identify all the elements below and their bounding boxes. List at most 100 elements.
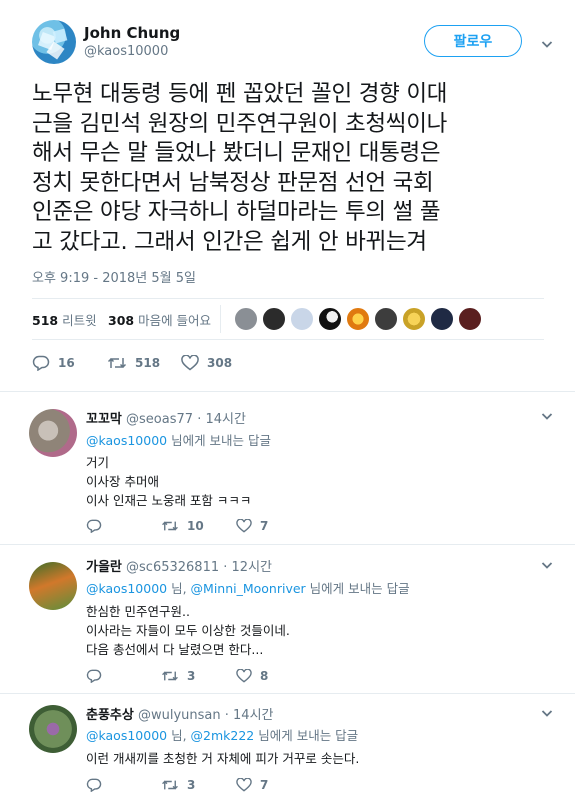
retweets-count: 518 (32, 313, 59, 328)
reply-author-name[interactable]: 춘풍추상 (86, 708, 134, 723)
reply-time[interactable]: · 14시간 (225, 708, 274, 723)
reply-icon (86, 519, 102, 533)
like-count: 7 (260, 519, 269, 533)
reply-avatar[interactable] (29, 409, 77, 457)
reply-action[interactable] (86, 778, 102, 792)
heart-icon (236, 669, 252, 683)
likes-count: 308 (108, 313, 135, 328)
reply-text-line: 이런 개새끼를 초청한 거 자체에 피가 거꾸로 솟는다. (86, 751, 360, 766)
liker-avatar[interactable] (234, 307, 258, 331)
reply-author-handle[interactable]: @seoas77 (126, 412, 193, 427)
retweets-stat[interactable]: 518 리트윗 (32, 310, 97, 329)
like-count: 8 (260, 669, 269, 683)
retweet-count: 10 (187, 519, 204, 533)
reply-action[interactable] (86, 519, 102, 533)
mention-link[interactable]: @kaos10000 (86, 433, 167, 448)
chevron-down-icon[interactable] (541, 38, 553, 50)
tweet-text-line: 정치 못한다면서 남북정상 판문점 선언 국회 (32, 169, 434, 196)
likes-stat[interactable]: 308 마음에 들어요 (108, 310, 211, 329)
liker-avatar[interactable] (262, 307, 286, 331)
main-tweet: John Chung @kaos10000 팔로우 노무현 대동령 등에 펜 꼽… (0, 0, 575, 392)
reply-text-line: 이사장 추머애 (86, 474, 159, 489)
author-handle[interactable]: @kaos10000 (84, 44, 168, 59)
tweet-text-line: 고 갔다고. 그래서 인간은 쉽게 안 바뀌는겨 (32, 228, 427, 255)
reply-tweet[interactable]: 꼬꼬막 @seoas77 · 14시간 @kaos10000 님에게 보내는 답… (0, 393, 575, 545)
reply-text-line: 한심한 민주연구원.. (86, 604, 190, 619)
replying-to: @kaos10000 님에게 보내는 답글 (86, 430, 271, 449)
mention-link[interactable]: @Minni_Moonriver (191, 581, 306, 596)
reply-count: 16 (58, 356, 75, 370)
chevron-down-icon[interactable] (541, 707, 553, 719)
like-action[interactable]: 8 (236, 669, 268, 683)
liker-avatar[interactable] (402, 307, 426, 331)
replying-to-suffix: 님에게 보내는 답글 (167, 433, 272, 448)
like-action[interactable]: 7 (236, 778, 268, 792)
mention-link[interactable]: @kaos10000 (86, 581, 167, 596)
reply-header: 꼬꼬막 @seoas77 · 14시간 (86, 408, 246, 427)
tweet-text-line: 근을 김민석 원장의 민주연구원이 초청씩이나 (32, 110, 448, 137)
heart-icon (236, 519, 252, 533)
liker-avatar[interactable] (346, 307, 370, 331)
reply-author-name[interactable]: 꼬꼬막 (86, 412, 122, 427)
reply-header: 춘풍추상 @wulyunsan · 14시간 (86, 704, 274, 723)
liker-avatar[interactable] (430, 307, 454, 331)
likes-label: 마음에 들어요 (138, 313, 212, 328)
tweet-text-line: 노무현 대동령 등에 펜 꼽았던 꼴인 경향 이대 (32, 81, 448, 107)
liker-avatar[interactable] (374, 307, 398, 331)
tweet-timestamp[interactable]: 오후 9:19 - 2018년 5월 5일 (32, 267, 196, 286)
reply-time[interactable]: · 14시간 (197, 412, 246, 427)
like-action[interactable]: 7 (236, 519, 268, 533)
mention-link[interactable]: @kaos10000 (86, 728, 167, 743)
retweet-action[interactable]: 3 (161, 669, 195, 683)
reply-text-line: 이사 인재근 노웅래 포함 ㅋㅋㅋ (86, 493, 252, 508)
mention-link[interactable]: @2mk222 (191, 728, 255, 743)
reply-avatar[interactable] (29, 705, 77, 753)
reply-icon (86, 778, 102, 792)
reply-action[interactable] (86, 669, 102, 683)
retweet-count: 3 (187, 669, 196, 683)
reply-text-line: 다음 총선에서 다 날렸으면 한다... (86, 642, 264, 657)
reply-author-handle[interactable]: @sc65326811 (126, 560, 219, 575)
reply-time[interactable]: · 12시간 (223, 560, 272, 575)
retweets-label: 리트윗 (62, 313, 97, 328)
reply-text-line: 이사라는 자들이 모두 이상한 것들이네. (86, 623, 290, 638)
chevron-down-icon[interactable] (541, 559, 553, 571)
reply-text-line: 거기 (86, 455, 110, 470)
tweet-text: 노무현 대동령 등에 펜 꼽았던 꼴인 경향 이대 근을 김민석 원장의 민주연… (32, 80, 552, 257)
stats-row: 518 리트윗 308 마음에 들어요 (32, 298, 544, 340)
retweet-action[interactable]: 518 (107, 355, 160, 371)
follow-button[interactable]: 팔로우 (424, 25, 522, 57)
like-count: 7 (260, 778, 269, 792)
reply-author-handle[interactable]: @wulyunsan (138, 708, 221, 723)
reply-action[interactable]: 16 (32, 355, 75, 371)
like-count: 308 (207, 356, 233, 370)
reply-author-name[interactable]: 가을란 (86, 560, 122, 575)
liker-avatar[interactable] (318, 307, 342, 331)
reply-icon (32, 355, 50, 371)
retweet-icon (161, 778, 179, 792)
chevron-down-icon[interactable] (541, 410, 553, 422)
reply-tweet[interactable]: 가을란 @sc65326811 · 12시간 @kaos10000 님, @Mi… (0, 546, 575, 694)
retweet-icon (107, 355, 127, 371)
liker-avatar[interactable] (290, 307, 314, 331)
tweet-text-line: 해서 무슨 말 들었나 봤더니 문재인 대통령은 (32, 140, 441, 166)
reply-tweet[interactable]: 춘풍추상 @wulyunsan · 14시간 @kaos10000 님, @2m… (0, 695, 575, 800)
reply-header: 가을란 @sc65326811 · 12시간 (86, 556, 272, 575)
liker-avatar[interactable] (458, 307, 482, 331)
retweet-icon (161, 669, 179, 683)
tweet-text-line: 인준은 야당 자극하니 하덜마라는 투의 썰 풀 (32, 199, 441, 225)
replying-to-separator: 님, (167, 728, 191, 743)
retweet-count: 3 (187, 778, 196, 792)
heart-icon (181, 355, 199, 371)
retweet-action[interactable]: 3 (161, 778, 195, 792)
author-avatar[interactable] (32, 20, 76, 64)
reply-avatar[interactable] (29, 562, 77, 610)
replying-to-suffix: 님에게 보내는 답글 (254, 728, 359, 743)
author-name[interactable]: John Chung (84, 24, 180, 42)
retweet-action[interactable]: 10 (161, 519, 204, 533)
retweet-icon (161, 519, 179, 533)
retweet-count: 518 (135, 356, 161, 370)
like-action[interactable]: 308 (181, 355, 232, 371)
reply-icon (86, 669, 102, 683)
stats-divider (220, 305, 221, 333)
